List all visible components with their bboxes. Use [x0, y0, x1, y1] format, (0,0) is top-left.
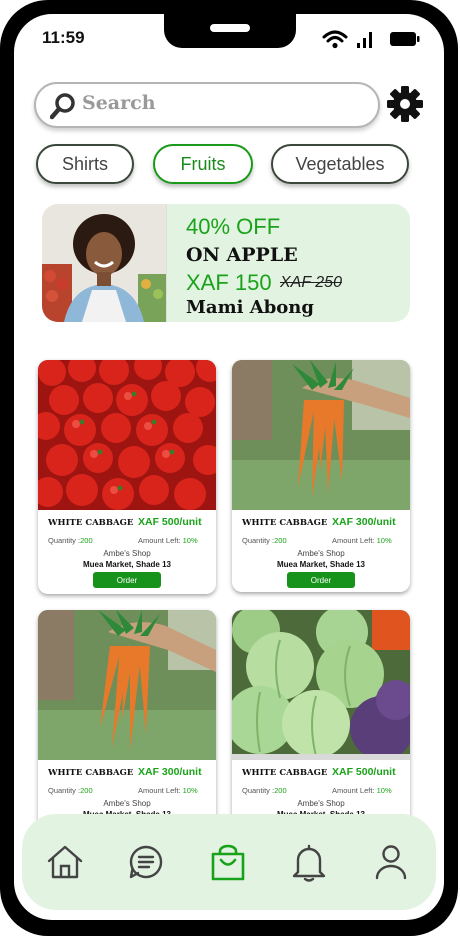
banner-headline: ON APPLE — [186, 244, 298, 266]
product-price: XAF 500/unit — [138, 516, 202, 528]
bottom-nav — [22, 814, 436, 910]
product-card[interactable]: WHITE CABBAGE XAF 500/unit Quantity :200… — [38, 360, 216, 594]
category-chip-fruits[interactable]: Fruits — [153, 144, 253, 184]
seller-photo — [42, 204, 167, 322]
wifi-icon — [322, 30, 348, 49]
product-shop: Ambe's Shop — [103, 549, 151, 558]
product-amount-left: Amount Left: 10% — [332, 786, 392, 795]
product-image-carrots — [38, 610, 216, 760]
speaker-pill — [210, 24, 250, 32]
user-icon[interactable] — [374, 844, 408, 880]
product-location: Muea Market, Shade 13 — [82, 560, 172, 569]
product-name: WHITE CABBAGE — [242, 768, 328, 778]
product-amount-left: Amount Left: 10% — [138, 786, 198, 795]
product-location: Muea Market, Shade 13 — [276, 560, 366, 569]
search-input[interactable]: Search — [82, 92, 156, 114]
product-name: WHITE CABBAGE — [48, 518, 134, 528]
product-quantity: Quantity :200 — [48, 786, 93, 795]
product-quantity: Quantity :200 — [242, 536, 287, 545]
product-name: WHITE CABBAGE — [48, 768, 134, 778]
product-amount-left: Amount Left: 10% — [332, 536, 392, 545]
product-image-carrots — [232, 360, 410, 510]
banner-price: XAF 150 — [186, 270, 272, 295]
camera-notch — [164, 14, 296, 48]
order-button[interactable]: Order — [93, 572, 161, 588]
product-price: XAF 300/unit — [138, 766, 202, 778]
status-icons — [322, 30, 420, 49]
status-time: 11:59 — [42, 28, 85, 47]
bell-icon[interactable] — [292, 844, 326, 882]
product-quantity: Quantity :200 — [242, 786, 287, 795]
gear-icon[interactable] — [386, 85, 424, 123]
banner-seller: Mami Abong — [186, 297, 314, 318]
search-icon — [50, 93, 75, 120]
order-button[interactable]: Order — [287, 572, 355, 588]
shopping-bag-icon[interactable] — [210, 844, 246, 882]
product-shop: Ambe's Shop — [297, 549, 345, 558]
signal-icon — [357, 32, 372, 48]
product-amount-left: Amount Left: 10% — [138, 536, 198, 545]
product-shop: Ambe's Shop — [297, 799, 345, 808]
product-card[interactable]: WHITE CABBAGE XAF 300/unit Quantity :200… — [232, 360, 410, 592]
battery-icon — [390, 32, 420, 46]
product-quantity: Quantity :200 — [48, 536, 93, 545]
search-bar[interactable]: Search — [34, 82, 380, 128]
product-image-tomatoes — [38, 360, 216, 510]
app-screen: 11:59 Search Shirts Fruits Vegetables 40… — [14, 14, 444, 920]
product-image-cabbages — [232, 610, 410, 760]
product-shop: Ambe's Shop — [103, 799, 151, 808]
banner-old-price: XAF 250 — [280, 274, 342, 291]
home-icon[interactable] — [46, 844, 84, 880]
category-chip-vegetables[interactable]: Vegetables — [271, 144, 409, 184]
phone-frame: 11:59 Search Shirts Fruits Vegetables 40… — [0, 0, 458, 936]
banner-discount: 40% OFF — [186, 214, 281, 239]
category-chip-shirts[interactable]: Shirts — [36, 144, 134, 184]
list-icon[interactable] — [128, 844, 164, 880]
product-price: XAF 500/unit — [332, 766, 396, 778]
product-name: WHITE CABBAGE — [242, 518, 328, 528]
promo-banner[interactable]: 40% OFF ON APPLE XAF 150 XAF 250 Mami Ab… — [42, 204, 410, 322]
product-price: XAF 300/unit — [332, 516, 396, 528]
